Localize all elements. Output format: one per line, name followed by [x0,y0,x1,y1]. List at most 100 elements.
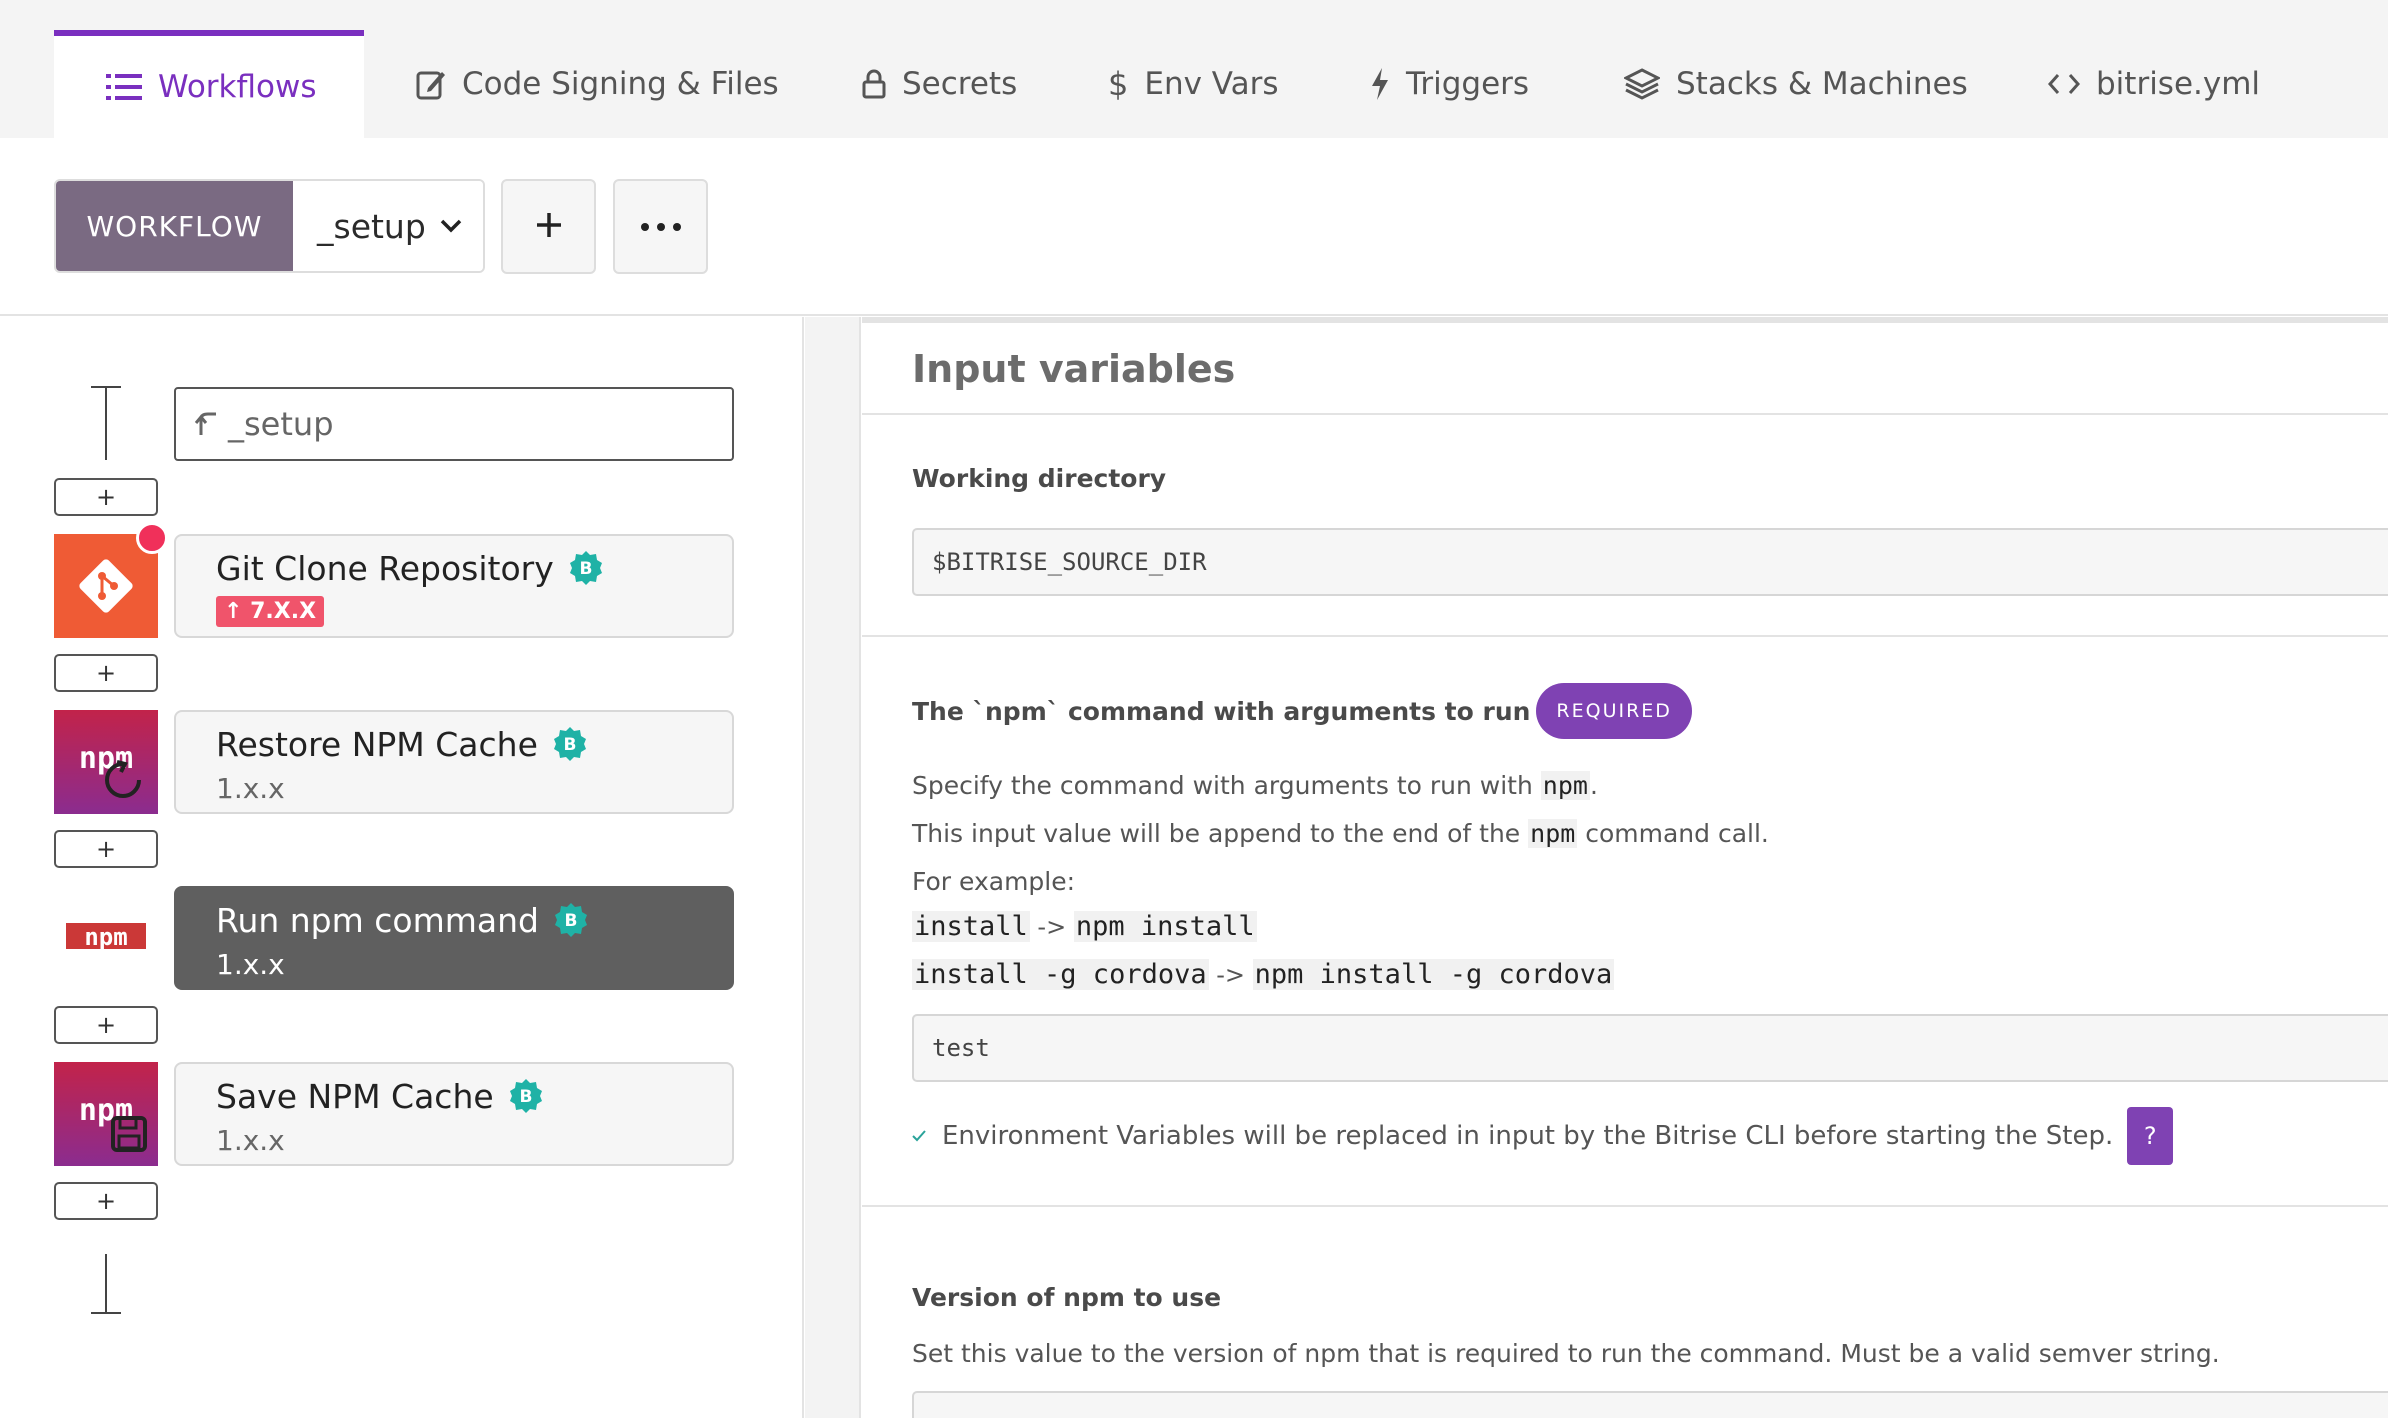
step-version: 1.x.x [216,772,285,805]
svg-text:npm: npm [79,741,133,776]
step-title: Run npm command [216,900,539,940]
svg-text:B: B [565,911,578,931]
bitrise-verified-badge-icon: B [508,1078,544,1114]
add-step-button[interactable]: + [54,830,158,868]
npm-command-label: The `npm` command with arguments to run [912,696,1531,726]
plus-icon [535,211,563,243]
step-card-restore-npm-cache[interactable]: Restore NPM Cache B 1.x.x [174,710,734,814]
npm-save-icon[interactable]: npm [54,1062,158,1166]
add-step-button[interactable]: + [54,654,158,692]
code-icon [2048,72,2080,96]
tab-triggers-label: Triggers [1406,66,1530,102]
step-card-save-npm-cache[interactable]: Save NPM Cache B 1.x.x [174,1062,734,1166]
npm-command-description-3: For example: [912,867,1076,896]
npm-icon[interactable]: npm [54,886,158,990]
env-vars-note-text: Environment Variables will be replaced i… [942,1121,2114,1151]
svg-text:B: B [563,735,576,755]
pane-resize-gutter[interactable] [805,317,861,1418]
divider [862,1205,2388,1207]
step-title: Save NPM Cache [216,1076,494,1116]
workflow-dropdown[interactable]: _setup [293,181,483,271]
npm-version-label: Version of npm to use [912,1283,1222,1312]
tab-stacks-machines-label: Stacks & Machines [1676,66,1968,102]
working-directory-input[interactable]: $BITRISE_SOURCE_DIR [912,528,2388,596]
input-variables-heading: Input variables [912,347,1236,391]
step-version: 1.x.x [216,1124,285,1157]
panel-top-border [862,317,2388,323]
example-line-2: install -g cordova -> npm install -g cor… [912,959,1615,990]
npm-restore-icon[interactable]: npm [54,710,158,814]
workflow-start-node[interactable]: _setup [174,387,734,461]
tab-secrets-label: Secrets [902,66,1018,102]
bolt-icon [1370,68,1390,100]
bitrise-verified-badge-icon: B [568,550,604,586]
inline-code: npm [1540,771,1590,800]
tab-code-signing-label: Code Signing & Files [462,66,779,102]
workflow-selector[interactable]: WORKFLOW _setup [54,179,485,273]
add-step-button[interactable]: + [54,1006,158,1044]
desc-text: . [1589,771,1598,800]
notification-dot [136,522,168,554]
tab-bitrise-yml-label: bitrise.yml [2096,66,2261,102]
desc-text: command call. [1577,819,1769,848]
svg-text:npm: npm [79,1093,133,1128]
svg-text:B: B [519,1087,532,1107]
more-options-button[interactable] [613,179,708,274]
example-output: npm install -g cordova [1252,959,1615,990]
npm-command-input[interactable]: test [912,1014,2388,1082]
add-step-button[interactable]: + [54,478,158,516]
tab-code-signing[interactable]: Code Signing & Files [416,30,779,138]
example-input: install [912,911,1030,942]
tab-env-vars-label: Env Vars [1144,66,1279,102]
tab-workflows-label: Workflows [158,69,317,105]
divider [862,413,2388,415]
update-version-badge: ↑ 7.X.X [216,596,325,627]
tab-bitrise-yml[interactable]: bitrise.yml [2048,30,2260,138]
working-directory-label: Working directory [912,464,1167,493]
step-inputs-panel: Input variables Working directory $BITRI… [862,317,2388,1418]
tab-env-vars[interactable]: $ Env Vars [1108,30,1279,138]
tab-secrets[interactable]: Secrets [862,30,1017,138]
inline-code: npm [1528,819,1578,848]
npm-command-description-1: Specify the command with arguments to ru… [912,771,1598,800]
layers-icon [1624,68,1660,100]
svg-text:npm: npm [84,923,127,951]
pipeline-end-cap [91,1312,121,1314]
step-version: 1.x.x [216,948,285,981]
step-card-run-npm-command[interactable]: Run npm command B 1.x.x [174,886,734,990]
tab-workflows[interactable]: Workflows [54,30,364,138]
pipeline-start-line [105,386,107,460]
step-card-git-clone[interactable]: Git Clone Repository B ↑ 7.X.X [174,534,734,638]
tab-triggers[interactable]: Triggers [1370,30,1529,138]
add-step-button[interactable]: + [54,1182,158,1220]
list-icon [106,73,142,101]
more-icon [639,217,683,236]
example-arrow: -> [1208,961,1253,989]
check-icon [912,1130,926,1142]
add-workflow-button[interactable] [501,179,596,274]
npm-command-description-2: This input value will be append to the e… [912,819,1769,848]
example-output: npm install [1073,911,1257,942]
chevron-down-icon [440,219,462,233]
npm-command-label-row: The `npm` command with arguments to run … [912,683,1692,739]
npm-version-description: Set this value to the version of npm tha… [912,1339,2220,1368]
help-button[interactable]: ? [2127,1107,2174,1165]
pipeline-end-line [105,1254,107,1314]
bitrise-verified-badge-icon: B [552,726,588,762]
example-arrow: -> [1029,913,1074,941]
tab-stacks-machines[interactable]: Stacks & Machines [1624,30,1968,138]
top-tab-bar: Workflows Code Signing & Files Secrets $… [0,0,2388,138]
desc-text: This input value will be append to the e… [912,819,1529,848]
npm-version-input[interactable] [912,1391,2388,1418]
step-title: Restore NPM Cache [216,724,538,764]
svg-text:B: B [579,559,592,579]
npm-command-value: test [932,1034,990,1062]
workflow-dropdown-value: _setup [317,206,426,246]
env-vars-replaced-note: Environment Variables will be replaced i… [912,1107,2174,1165]
bitrise-verified-badge-icon: B [553,902,589,938]
dollar-icon: $ [1108,65,1129,103]
example-input: install -g cordova [912,959,1209,990]
lock-icon [862,69,886,99]
required-badge: REQUIRED [1536,683,1692,739]
desc-text: Specify the command with arguments to ru… [912,771,1541,800]
